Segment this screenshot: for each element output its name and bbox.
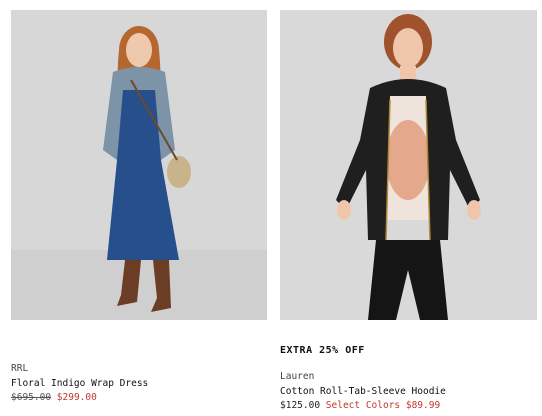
- product-brand[interactable]: Lauren: [280, 371, 314, 382]
- product-price: $125.00 Select Colors $89.99: [280, 400, 440, 411]
- product-name[interactable]: Cotton Roll-Tab-Sleeve Hoodie: [280, 386, 446, 397]
- product-grid: RRL Floral Indigo Wrap Dress $695.00 $29…: [0, 0, 542, 416]
- product-image[interactable]: [11, 10, 267, 320]
- select-colors-price: Select Colors $89.99: [325, 400, 441, 411]
- product-name[interactable]: Floral Indigo Wrap Dress: [11, 378, 148, 389]
- original-price: $695.00: [11, 392, 52, 403]
- promo-badge: EXTRA 25% OFF: [280, 345, 365, 356]
- product-brand[interactable]: RRL: [11, 363, 28, 374]
- regular-price: $125.00: [280, 400, 321, 411]
- product-image[interactable]: [280, 10, 537, 320]
- product-price: $695.00 $299.00: [11, 392, 97, 403]
- sale-price: $299.00: [56, 392, 97, 403]
